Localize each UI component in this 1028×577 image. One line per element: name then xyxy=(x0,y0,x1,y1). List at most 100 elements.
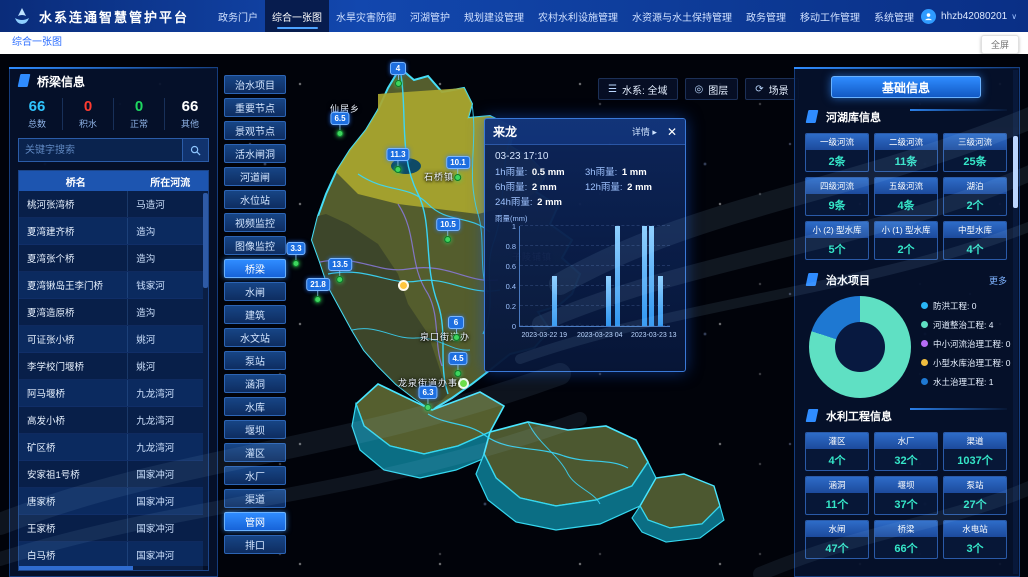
info-cell[interactable]: 堰坝 37个 xyxy=(874,476,938,515)
table-row[interactable]: 夏湾建齐桥 造沟 xyxy=(19,218,203,245)
layer-menu-item[interactable]: 堰坝 xyxy=(224,420,286,439)
marker-value-tag[interactable]: 6.5 xyxy=(330,112,349,125)
nav-item[interactable]: 河湖管护 xyxy=(403,0,457,32)
more-link[interactable]: 更多 xyxy=(989,274,1007,287)
layer-menu-item[interactable]: 水文站 xyxy=(224,328,286,347)
table-row[interactable]: 王家桥 国家冲河 xyxy=(19,515,203,542)
marker-value-tag[interactable]: 11.3 xyxy=(386,148,409,161)
marker-value-tag[interactable]: 6 xyxy=(448,316,464,329)
table-row[interactable]: 阿马堰桥 九龙湾河 xyxy=(19,380,203,407)
layer-menu-item[interactable]: 视频监控 xyxy=(224,213,286,232)
nav-item[interactable]: 系统管理 xyxy=(867,0,921,32)
map-marker[interactable]: 13.5 xyxy=(328,258,352,283)
layer-menu-item[interactable]: 水位站 xyxy=(224,190,286,209)
table-row[interactable]: 白马桥 国家冲河 xyxy=(19,542,203,566)
map-marker[interactable]: 10.5 xyxy=(436,218,460,243)
map-marker[interactable]: 21.8 xyxy=(306,278,330,303)
map-marker[interactable]: 11.3 xyxy=(386,148,409,173)
layer-menu-item[interactable]: 建筑 xyxy=(224,305,286,324)
layer-menu-item[interactable]: 景观节点 xyxy=(224,121,286,140)
map-marker[interactable]: 10.1 xyxy=(446,156,470,181)
info-cell[interactable]: 泵站 27个 xyxy=(943,476,1007,515)
marker-value-tag[interactable]: 13.5 xyxy=(328,258,352,271)
map-control-button[interactable]: ⟳ 场景 xyxy=(745,78,798,100)
close-icon[interactable]: ✕ xyxy=(667,126,677,138)
map-marker[interactable]: 6 xyxy=(448,316,464,341)
marker-value-tag[interactable]: 21.8 xyxy=(306,278,330,291)
nav-item[interactable]: 农村水利设施管理 xyxy=(531,0,625,32)
layer-menu-item[interactable]: 水库 xyxy=(224,397,286,416)
nav-item[interactable]: 水旱灾害防御 xyxy=(329,0,403,32)
scrollbar-thumb[interactable] xyxy=(203,193,208,288)
marker-value-tag[interactable]: 4.5 xyxy=(448,352,467,365)
info-cell[interactable]: 水厂 32个 xyxy=(874,432,938,471)
info-cell[interactable]: 五级河流 4条 xyxy=(874,177,938,216)
layer-menu-item[interactable]: 水闸 xyxy=(224,282,286,301)
table-row[interactable]: 李学校门堰桥 姚河 xyxy=(19,353,203,380)
layer-menu-item[interactable]: 治水项目 xyxy=(224,75,286,94)
map-marker[interactable]: 6.5 xyxy=(330,112,349,137)
info-cell[interactable]: 二级河流 11条 xyxy=(874,133,938,172)
breadcrumb[interactable]: 综合一张图 xyxy=(0,32,1028,54)
map-control-button[interactable]: ☰ 水系: 全域 xyxy=(598,78,678,100)
scrollbar-thumb[interactable] xyxy=(19,566,133,570)
detail-link[interactable]: 详情 ▸ xyxy=(632,125,657,138)
search-input[interactable] xyxy=(19,139,182,161)
nav-item[interactable]: 规划建设管理 xyxy=(457,0,531,32)
user-menu[interactable]: hhzb42080201 ∨ xyxy=(921,9,1028,24)
poi-badge-icon[interactable] xyxy=(458,378,469,389)
table-row[interactable]: 可证张小桥 姚河 xyxy=(19,326,203,353)
scrollbar-thumb[interactable] xyxy=(1013,136,1018,208)
info-cell[interactable]: 水电站 3个 xyxy=(943,520,1007,559)
marker-value-tag[interactable]: 6.3 xyxy=(418,386,437,399)
marker-value-tag[interactable]: 10.1 xyxy=(446,156,470,169)
map-control-button[interactable]: ◎ 图层 xyxy=(685,78,739,100)
layer-menu-item[interactable]: 泵站 xyxy=(224,351,286,370)
basic-info-button[interactable]: 基础信息 xyxy=(831,76,981,98)
nav-item[interactable]: 综合一张图 xyxy=(265,0,329,32)
table-row[interactable]: 夏湾张个桥 造沟 xyxy=(19,245,203,272)
info-cell[interactable]: 三级河流 25条 xyxy=(943,133,1007,172)
info-cell[interactable]: 水闸 47个 xyxy=(805,520,869,559)
table-row[interactable]: 桃河张湾桥 马造河 xyxy=(19,191,203,218)
table-row[interactable]: 唐家桥 国家冲河 xyxy=(19,488,203,515)
info-cell[interactable]: 一级河流 2条 xyxy=(805,133,869,172)
search-button[interactable] xyxy=(182,139,208,161)
panel-scrollbar[interactable] xyxy=(1013,70,1018,574)
table-row[interactable]: 高发小桥 九龙湾河 xyxy=(19,407,203,434)
info-cell[interactable]: 灌区 4个 xyxy=(805,432,869,471)
layer-menu-item[interactable]: 排口 xyxy=(224,535,286,554)
table-row[interactable]: 夏湾锹岛王李门桥 钱家河 xyxy=(19,272,203,299)
marker-value-tag[interactable]: 4 xyxy=(390,62,406,75)
layer-menu-item[interactable]: 灌区 xyxy=(224,443,286,462)
layer-menu-item[interactable]: 桥梁 xyxy=(224,259,286,278)
poi-badge-icon[interactable] xyxy=(398,280,409,291)
info-cell[interactable]: 中型水库 4个 xyxy=(943,221,1007,260)
layer-menu-item[interactable]: 河道闸 xyxy=(224,167,286,186)
marker-value-tag[interactable]: 10.5 xyxy=(436,218,460,231)
marker-value-tag[interactable]: 3.3 xyxy=(286,242,305,255)
info-cell[interactable]: 湖泊 2个 xyxy=(943,177,1007,216)
nav-item[interactable]: 水资源与水土保持管理 xyxy=(625,0,739,32)
info-cell[interactable]: 渠道 1037个 xyxy=(943,432,1007,471)
map-marker[interactable]: 4.5 xyxy=(448,352,467,377)
vertical-scrollbar[interactable] xyxy=(203,191,208,566)
nav-item[interactable]: 政务门户 xyxy=(211,0,265,32)
layer-menu-item[interactable]: 活水闸洞 xyxy=(224,144,286,163)
layer-menu-item[interactable]: 涵洞 xyxy=(224,374,286,393)
layer-menu-item[interactable]: 管网 xyxy=(224,512,286,531)
map-marker[interactable]: 3.3 xyxy=(286,242,305,267)
map-marker[interactable]: 4 xyxy=(390,62,406,87)
table-row[interactable]: 安家祖1号桥 国家冲河 xyxy=(19,461,203,488)
nav-item[interactable]: 移动工作管理 xyxy=(793,0,867,32)
fullscreen-button[interactable]: 全屏 xyxy=(981,35,1019,54)
table-row[interactable]: 矿区桥 九龙湾河 xyxy=(19,434,203,461)
info-cell[interactable]: 小 (1) 型水库 2个 xyxy=(874,221,938,260)
layer-menu-item[interactable]: 渠道 xyxy=(224,489,286,508)
info-cell[interactable]: 桥梁 66个 xyxy=(874,520,938,559)
nav-item[interactable]: 政务管理 xyxy=(739,0,793,32)
layer-menu-item[interactable]: 图像监控 xyxy=(224,236,286,255)
info-cell[interactable]: 涵洞 11个 xyxy=(805,476,869,515)
layer-menu-item[interactable]: 水厂 xyxy=(224,466,286,485)
info-cell[interactable]: 四级河流 9条 xyxy=(805,177,869,216)
